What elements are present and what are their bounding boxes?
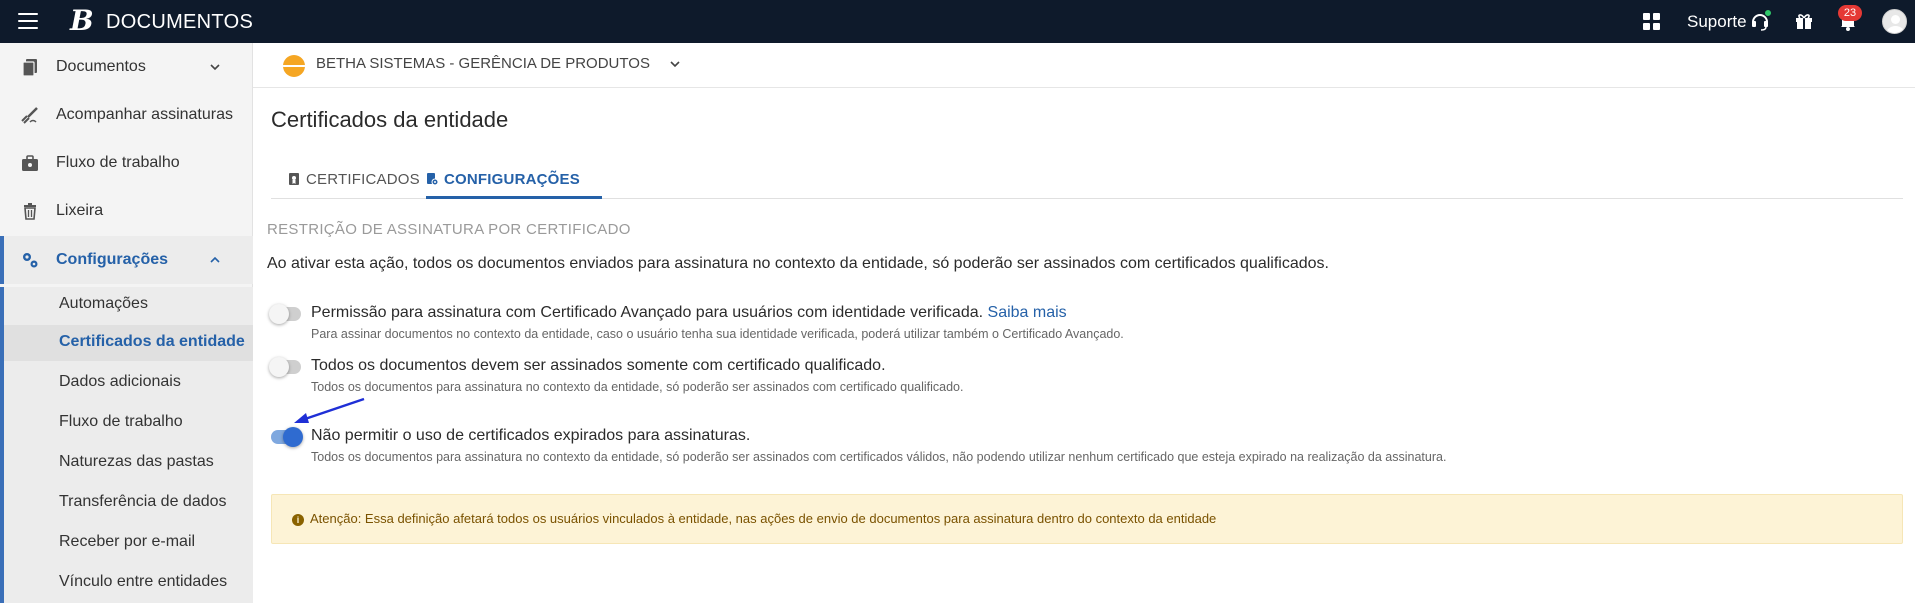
sidebar-subitem-transferencia-de-dados[interactable]: Transferência de dados: [4, 485, 253, 521]
avatar[interactable]: [1882, 9, 1907, 34]
sidebar-item-label: Lixeira: [56, 202, 104, 219]
active-tab-indicator: [426, 196, 602, 199]
option-help-text: Todos os documentos para assinatura no c…: [311, 450, 1447, 464]
saiba-mais-link[interactable]: Saiba mais: [988, 304, 1067, 321]
entity-selector[interactable]: BETHA SISTEMAS - GERÊNCIA DE PRODUTOS: [316, 55, 650, 72]
sidebar-item-documentos[interactable]: Documentos: [0, 43, 253, 91]
sidebar-subitem-receber-por-email[interactable]: Receber por e-mail: [4, 525, 253, 561]
chevron-up-icon: [210, 256, 220, 263]
sidebar-item-label: Configurações: [56, 251, 169, 268]
sidebar-subitem-label: Receber por e-mail: [59, 533, 196, 550]
gears-icon: [23, 253, 38, 268]
sidebar-subitem-fluxo-de-trabalho[interactable]: Fluxo de trabalho: [4, 405, 253, 441]
online-status-dot: [1764, 9, 1772, 17]
signature-icon: [21, 107, 38, 124]
section-description: Ao ativar esta ação, todos os documentos…: [267, 255, 1329, 272]
tab-bar: CERTIFICADOS CONFIGURAÇÕES: [271, 159, 1903, 199]
support-link[interactable]: Suporte: [1687, 12, 1747, 32]
sidebar-subitem-dados-adicionais[interactable]: Dados adicionais: [4, 365, 253, 401]
sidebar-item-label: Documentos: [56, 58, 146, 75]
sidebar: Documentos Acompanhar assinaturas Fluxo …: [0, 43, 253, 603]
apps-grid-icon[interactable]: [1643, 13, 1660, 30]
sidebar-subitem-label: Transferência de dados: [59, 493, 227, 510]
toggle-certificados-expirados[interactable]: [271, 427, 303, 447]
sidebar-subitem-label: Fluxo de trabalho: [59, 413, 183, 430]
sidebar-subitem-automacoes[interactable]: Automações: [4, 287, 253, 323]
user-avatar-icon: [1886, 15, 1905, 33]
toggle-certificado-avancado[interactable]: [269, 304, 301, 324]
sidebar-item-label: Fluxo de trabalho: [56, 154, 180, 171]
tab-configuracoes[interactable]: CONFIGURAÇÕES: [426, 159, 580, 199]
sidebar-subitem-label: Naturezas das pastas: [59, 453, 214, 470]
documents-icon: [22, 59, 37, 77]
warning-alert: i Atenção: Essa definição afetará todos …: [271, 494, 1903, 544]
option-help-text: Todos os documentos para assinatura no c…: [311, 380, 964, 394]
option-label: Não permitir o uso de certificados expir…: [311, 427, 751, 444]
tab-label: CERTIFICADOS: [306, 170, 420, 188]
entity-logo: [283, 55, 305, 77]
toggle-certificado-qualificado[interactable]: [269, 357, 301, 377]
chevron-down-icon[interactable]: [669, 58, 681, 70]
option-label: Permissão para assinatura com Certificad…: [311, 304, 1067, 321]
sidebar-subitem-naturezas-das-pastas[interactable]: Naturezas das pastas: [4, 445, 253, 481]
configuracoes-submenu: Automações Certificados da entidade Dado…: [0, 287, 253, 603]
sidebar-item-configuracoes[interactable]: Configurações: [0, 236, 253, 284]
annotation-arrow-icon: [294, 397, 365, 423]
app-title: DOCUMENTOS: [106, 11, 254, 33]
option-help-text: Para assinar documentos no contexto da e…: [311, 327, 1124, 341]
section-title: RESTRIÇÃO DE ASSINATURA POR CERTIFICADO: [267, 221, 631, 238]
alert-text: Atenção: Essa definição afetará todos os…: [310, 511, 1217, 526]
sidebar-item-label: Acompanhar assinaturas: [56, 106, 233, 123]
sidebar-item-fluxo-de-trabalho[interactable]: Fluxo de trabalho: [0, 139, 253, 187]
certificate-settings-icon: [427, 173, 438, 186]
notification-badge: 23: [1838, 5, 1862, 21]
gift-icon[interactable]: [1794, 11, 1814, 31]
certificate-icon: [289, 173, 299, 185]
sidebar-subitem-certificados-da-entidade[interactable]: Certificados da entidade: [4, 325, 253, 361]
trash-icon: [24, 203, 36, 220]
sidebar-subitem-label: Vínculo entre entidades: [59, 573, 228, 590]
sidebar-subitem-vinculo-entre-entidades[interactable]: Vínculo entre entidades: [4, 565, 253, 601]
sidebar-subitem-label: Dados adicionais: [59, 373, 181, 390]
sidebar-item-lixeira[interactable]: Lixeira: [0, 187, 253, 235]
sidebar-subitem-label: Certificados da entidade: [59, 333, 245, 350]
tab-label: CONFIGURAÇÕES: [444, 170, 580, 188]
info-icon: i: [292, 514, 304, 526]
sidebar-subitem-label: Automações: [59, 295, 148, 312]
top-bar: B DOCUMENTOS Suporte 23: [0, 0, 1915, 43]
tab-certificados[interactable]: CERTIFICADOS: [288, 159, 420, 199]
chevron-down-icon: [210, 64, 220, 71]
briefcase-icon: [22, 155, 38, 171]
option-label: Todos os documentos devem ser assinados …: [311, 357, 886, 374]
page-title: Certificados da entidade: [271, 107, 509, 132]
menu-icon[interactable]: [18, 13, 38, 29]
sidebar-item-acompanhar-assinaturas[interactable]: Acompanhar assinaturas: [0, 91, 253, 139]
brand-logo: B: [70, 4, 94, 37]
